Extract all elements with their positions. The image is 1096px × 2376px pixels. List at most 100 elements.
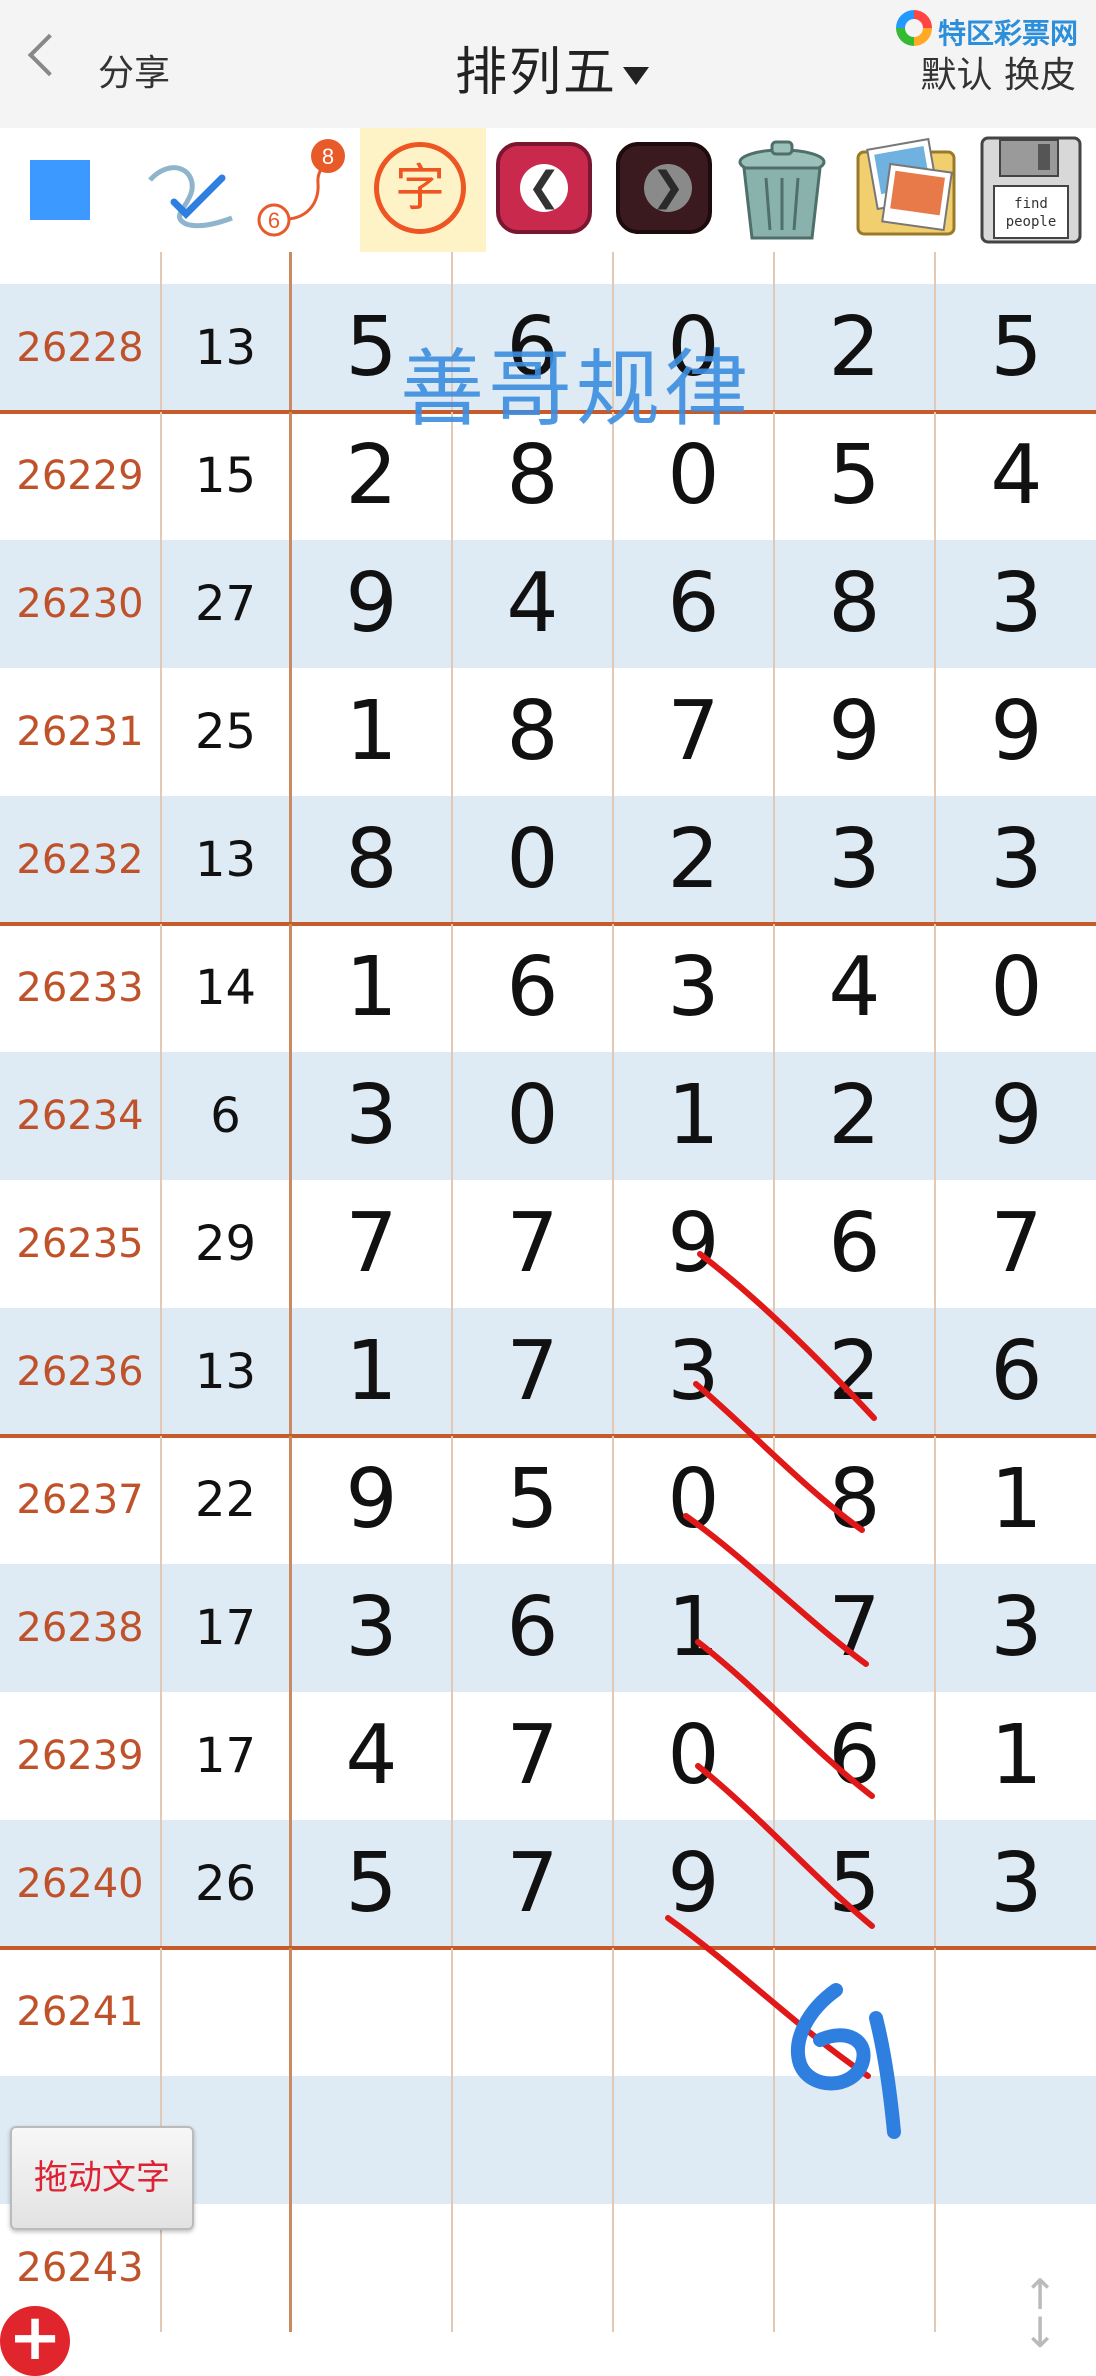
sum-cell: 25: [162, 668, 292, 796]
digit-cell: 9: [775, 252, 936, 284]
digit-cell: 3: [990, 1836, 1043, 1931]
digit-cell: 7: [453, 1692, 614, 1820]
digit-cell: 4: [990, 428, 1043, 523]
period-cell: 26238: [0, 1564, 162, 1692]
digit-cell: 9: [292, 540, 453, 668]
sum-cell: 13: [162, 796, 292, 924]
share-button[interactable]: 分享: [98, 44, 170, 96]
undo-arrow-icon: ❮: [496, 142, 592, 234]
digit-cell: 8: [775, 1436, 936, 1564]
digit-cell: 1: [292, 1308, 453, 1436]
digit-cell: 9: [292, 1436, 453, 1564]
drag-text-button[interactable]: 拖动文字: [10, 2126, 194, 2230]
digit-cell: 6: [453, 1564, 614, 1692]
drawing-toolbar: 8 6 字 ❮ ❯ find people: [0, 128, 1096, 252]
table-row: 26230 27 9 4 6 8 3: [0, 540, 1096, 668]
digit-cell: [453, 2204, 614, 2332]
digit-cell: 1: [292, 668, 453, 796]
caret-down-icon: [623, 67, 650, 85]
period-cell: 26231: [0, 668, 162, 796]
table-row: 26236 13 1 7 3 2 6: [0, 1308, 1096, 1436]
site-logo: 特区彩票网: [896, 8, 1096, 50]
digit-cell: 9: [990, 684, 1043, 779]
digit-cell: [453, 1948, 614, 2076]
undo-button[interactable]: ❮: [492, 128, 596, 252]
digit-cell: 5: [775, 412, 936, 540]
save-button[interactable]: find people: [972, 128, 1090, 252]
period-cell: 26234: [0, 1052, 162, 1180]
digit-cell: 0: [614, 1436, 775, 1564]
digit-cell: 5: [775, 1820, 936, 1948]
digit-cell: 1: [990, 1452, 1043, 1547]
partial-top-row: 1 8 1 9 8: [0, 252, 1096, 284]
photo-button[interactable]: [846, 128, 966, 252]
digit-cell: 4: [775, 924, 936, 1052]
badge-bottom-number: 6: [268, 208, 280, 233]
period-cell: 26239: [0, 1692, 162, 1820]
pen-tool[interactable]: [140, 128, 240, 252]
digit-cell: [614, 2204, 775, 2332]
char-icon: 字: [374, 142, 466, 234]
page-title: 排列五: [455, 43, 618, 103]
sum-cell: 17: [162, 1692, 292, 1820]
digit-cell: 1: [614, 1564, 775, 1692]
digit-cell: [614, 2076, 775, 2204]
digit-cell: 3: [990, 1580, 1043, 1675]
digit-cell: 1: [292, 924, 453, 1052]
redo-button[interactable]: ❯: [612, 128, 716, 252]
digit-cell: 7: [453, 1180, 614, 1308]
save-label-1: find: [1014, 196, 1048, 212]
period-cell: 26240: [0, 1820, 162, 1948]
digit-cell: 3: [990, 812, 1043, 907]
period-cell: 26241: [0, 1948, 162, 2076]
digit-cell: [775, 2076, 936, 2204]
number-tool[interactable]: 8 6: [250, 128, 350, 252]
table-row: 26240 26 5 7 9 5 3: [0, 1820, 1096, 1948]
table-row: 26238 17 3 6 1 7 3: [0, 1564, 1096, 1692]
digit-cell: 3: [775, 796, 936, 924]
logo-swirl-icon: [896, 10, 932, 46]
sum-cell: 6: [162, 1052, 292, 1180]
numbered-path-icon: 8 6: [257, 139, 345, 237]
sum-cell: 26: [162, 1820, 292, 1948]
digit-cell: 2: [775, 1308, 936, 1436]
clear-button[interactable]: [726, 128, 838, 252]
digit-cell: 7: [775, 1564, 936, 1692]
table-row: 26231 25 1 8 7 9 9: [0, 668, 1096, 796]
scroll-updown-icon[interactable]: ↑ ↓: [1010, 2274, 1070, 2356]
digit-cell: 6: [453, 924, 614, 1052]
digit-cell: 0: [453, 796, 614, 924]
digit-cell: 1: [614, 1052, 775, 1180]
sum-cell: 17: [162, 1564, 292, 1692]
chevron-left-icon[interactable]: [27, 33, 71, 77]
sum-cell: 27: [162, 540, 292, 668]
redo-arrow-icon: ❯: [616, 142, 712, 234]
save-label-2: people: [1006, 214, 1057, 230]
table-row: 26232 13 8 0 2 3 3: [0, 796, 1096, 924]
table-row: 26233 14 1 6 3 4 0: [0, 924, 1096, 1052]
page-title-dropdown[interactable]: 排列五: [455, 30, 650, 105]
results-grid: 1 8 1 9 8 262281356025262291528054262302…: [0, 252, 1096, 2366]
period-cell: 26235: [0, 1180, 162, 1308]
digit-cell: [936, 2076, 1096, 2204]
digit-cell: 2: [614, 796, 775, 924]
digit-cell: 8: [453, 668, 614, 796]
digit-cell: [292, 2076, 453, 2204]
digit-cell: 8: [936, 252, 1096, 284]
digit-cell: 7: [990, 1196, 1043, 1291]
app-header: 分享 排列五 特区彩票网 默认 换皮: [0, 0, 1096, 128]
text-tool[interactable]: 字: [360, 128, 486, 252]
color-square-tool[interactable]: [30, 160, 90, 220]
table-row: 26237 22 9 5 0 8 1: [0, 1436, 1096, 1564]
digit-cell: 9: [990, 1068, 1043, 1163]
watermark-text: 善哥规律: [400, 340, 753, 438]
digit-cell: 6: [990, 1324, 1043, 1419]
period-cell: 26229: [0, 412, 162, 540]
sum-cell: 14: [162, 924, 292, 1052]
skin-switch-button[interactable]: 默认 换皮: [921, 46, 1076, 98]
digit-cell: 6: [775, 1180, 936, 1308]
table-row: 26235 29 7 7 9 6 7: [0, 1180, 1096, 1308]
digit-cell: [775, 1948, 936, 2076]
digit-cell: 4: [292, 1692, 453, 1820]
floppy-disk-icon: find people: [980, 136, 1082, 244]
